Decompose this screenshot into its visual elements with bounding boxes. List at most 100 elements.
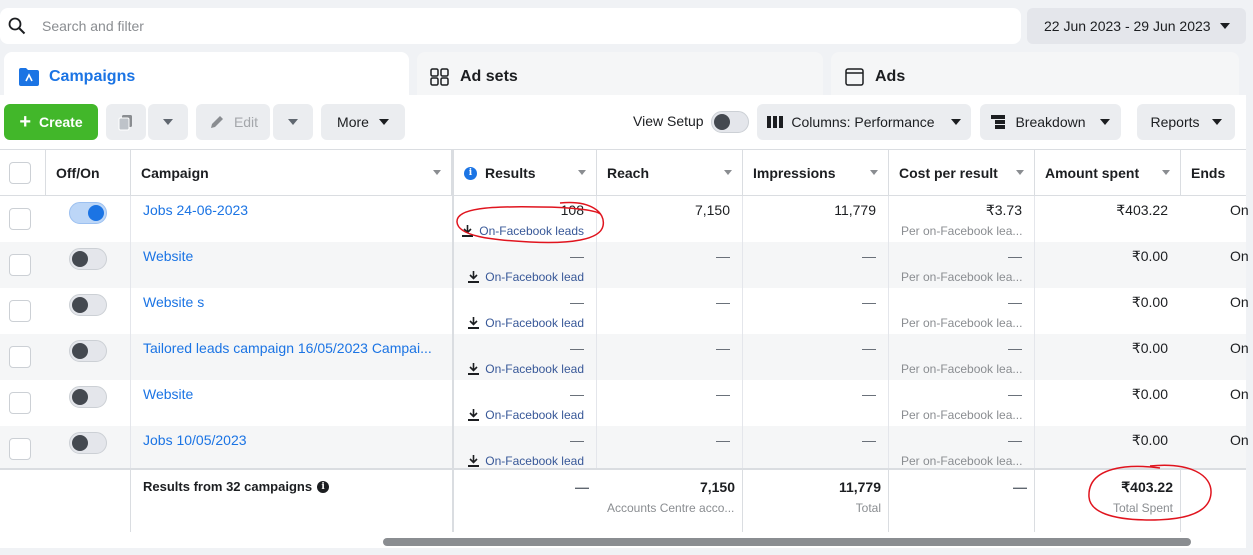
column-divider bbox=[1034, 242, 1035, 288]
columns-label: Columns: Performance bbox=[791, 114, 935, 130]
column-divider bbox=[742, 334, 743, 380]
table-row[interactable]: Jobs 10/05/2023 — On-Facebook lead — — — Per o… bbox=[0, 426, 1249, 472]
totals-cpr: — bbox=[1013, 479, 1027, 495]
header-impressions[interactable]: Impressions bbox=[743, 150, 889, 196]
duplicate-button[interactable] bbox=[106, 104, 146, 140]
folder-icon bbox=[19, 68, 39, 86]
tab-label: Campaigns bbox=[49, 68, 136, 85]
header-label: Results bbox=[485, 165, 536, 181]
select-all-checkbox[interactable] bbox=[9, 162, 31, 184]
ends-value: On bbox=[1230, 294, 1249, 310]
header-cost-per-result[interactable]: Cost per result bbox=[889, 150, 1035, 196]
header-label: Impressions bbox=[753, 165, 836, 181]
date-range-picker[interactable]: 22 Jun 2023 - 29 Jun 2023 bbox=[1027, 8, 1246, 44]
download-icon bbox=[468, 317, 480, 329]
reach-value: — bbox=[716, 294, 730, 310]
column-divider bbox=[888, 196, 889, 242]
column-divider bbox=[596, 334, 597, 380]
row-checkbox[interactable] bbox=[9, 208, 31, 230]
column-divider bbox=[888, 470, 889, 532]
plus-icon: + bbox=[19, 111, 32, 133]
header-results[interactable]: i Results bbox=[452, 150, 597, 196]
row-checkbox[interactable] bbox=[9, 438, 31, 460]
results-value: — bbox=[570, 432, 584, 448]
table-row[interactable]: Tailored leads campaign 16/05/2023 Campa… bbox=[0, 334, 1249, 380]
row-checkbox[interactable] bbox=[9, 254, 31, 276]
cost-per-result-value: — bbox=[1008, 294, 1022, 310]
cost-per-result-sub: Per on-Facebook lea... bbox=[901, 454, 1023, 468]
campaign-name-link[interactable]: Website bbox=[143, 248, 438, 264]
amount-spent-value: ₹0.00 bbox=[1131, 340, 1168, 356]
create-button[interactable]: + Create bbox=[4, 104, 98, 140]
campaign-toggle[interactable] bbox=[69, 340, 107, 362]
reach-value: 7,150 bbox=[694, 202, 730, 218]
results-value: — bbox=[570, 248, 584, 264]
cost-per-result-sub: Per on-Facebook lea... bbox=[901, 270, 1023, 284]
columns-button[interactable]: Columns: Performance bbox=[757, 104, 971, 140]
column-divider bbox=[1180, 470, 1181, 532]
column-divider bbox=[596, 426, 597, 472]
result-type-label[interactable]: On-Facebook lead bbox=[485, 316, 584, 330]
reach-value: — bbox=[716, 248, 730, 264]
header-amount-spent[interactable]: Amount spent bbox=[1035, 150, 1181, 196]
result-type: On-Facebook lead bbox=[468, 454, 584, 468]
result-type-label[interactable]: On-Facebook lead bbox=[485, 408, 584, 422]
campaign-toggle[interactable] bbox=[69, 386, 107, 408]
table-row[interactable]: Website — On-Facebook lead — — — Per on-Facebo… bbox=[0, 380, 1249, 426]
sort-caret-icon bbox=[433, 170, 441, 175]
header-reach[interactable]: Reach bbox=[597, 150, 743, 196]
column-divider bbox=[888, 426, 889, 472]
column-divider bbox=[1034, 380, 1035, 426]
campaign-toggle[interactable] bbox=[69, 294, 107, 316]
reports-button[interactable]: Reports bbox=[1137, 104, 1235, 140]
view-setup-toggle[interactable] bbox=[711, 111, 749, 133]
scrollbar-thumb[interactable] bbox=[383, 538, 1191, 546]
table-row[interactable]: Website — On-Facebook lead — — — Per on-Facebo… bbox=[0, 242, 1249, 288]
column-divider bbox=[596, 196, 597, 242]
campaign-toggle[interactable] bbox=[69, 432, 107, 454]
result-type-label[interactable]: On-Facebook lead bbox=[485, 362, 584, 376]
duplicate-dropdown[interactable] bbox=[148, 104, 188, 140]
more-button[interactable]: More bbox=[321, 104, 405, 140]
download-icon bbox=[462, 225, 474, 237]
campaign-name-link[interactable]: Website s bbox=[143, 294, 438, 310]
header-label: Campaign bbox=[141, 165, 209, 181]
breakdown-button[interactable]: Breakdown bbox=[980, 104, 1121, 140]
campaign-name-link[interactable]: Website bbox=[143, 386, 438, 402]
totals-label: Results from 32 campaigns i bbox=[143, 479, 330, 494]
campaign-name-link[interactable]: Jobs 10/05/2023 bbox=[143, 432, 438, 448]
edit-label: Edit bbox=[233, 114, 259, 130]
result-type: On-Facebook lead bbox=[468, 408, 584, 422]
campaign-toggle[interactable] bbox=[69, 202, 107, 224]
results-value: — bbox=[570, 340, 584, 356]
cost-per-result-value: ₹3.73 bbox=[985, 202, 1022, 218]
horizontal-scrollbar[interactable] bbox=[0, 534, 1246, 548]
row-checkbox[interactable] bbox=[9, 346, 31, 368]
search-input[interactable] bbox=[42, 8, 1002, 44]
chevron-down-icon bbox=[1099, 119, 1110, 125]
edit-dropdown[interactable] bbox=[273, 104, 313, 140]
column-divider bbox=[888, 242, 889, 288]
row-checkbox[interactable] bbox=[9, 392, 31, 414]
reach-value: — bbox=[716, 386, 730, 402]
reach-value: — bbox=[716, 432, 730, 448]
campaign-name-link[interactable]: Tailored leads campaign 16/05/2023 Campa… bbox=[143, 340, 438, 356]
result-type: On-Facebook lead bbox=[468, 316, 584, 330]
result-type-label[interactable]: On-Facebook lead bbox=[485, 454, 584, 468]
header-offon: Off/On bbox=[46, 150, 131, 196]
campaign-toggle[interactable] bbox=[69, 248, 107, 270]
header-campaign[interactable]: Campaign bbox=[131, 150, 452, 196]
info-icon[interactable]: i bbox=[317, 480, 330, 493]
result-type-label[interactable]: On-Facebook lead bbox=[485, 270, 584, 284]
header-ends[interactable]: Ends bbox=[1181, 150, 1246, 196]
edit-button[interactable]: Edit bbox=[196, 104, 270, 140]
row-checkbox[interactable] bbox=[9, 300, 31, 322]
result-type-label[interactable]: On-Facebook leads bbox=[479, 224, 584, 238]
totals-row: Results from 32 campaigns i — 7,150 Acco… bbox=[0, 468, 1246, 532]
result-type: On-Facebook lead bbox=[468, 362, 584, 376]
campaign-name-link[interactable]: Jobs 24-06-2023 bbox=[143, 202, 438, 218]
table-row[interactable]: Jobs 24-06-2023 108 On-Facebook leads 7,150… bbox=[0, 196, 1249, 242]
table-row[interactable]: Website s — On-Facebook lead — — — Per on-Face… bbox=[0, 288, 1249, 334]
header-label: Ends bbox=[1191, 165, 1226, 181]
chevron-down-icon bbox=[1220, 23, 1230, 29]
